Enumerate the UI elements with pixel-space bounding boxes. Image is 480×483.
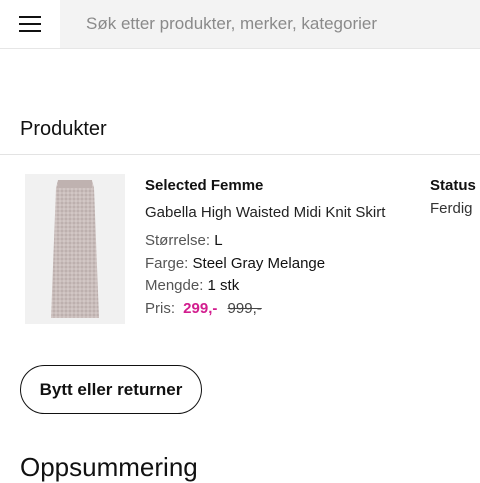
quantity-value: 1 stk: [207, 277, 240, 294]
product-image[interactable]: [25, 174, 125, 324]
product-size: Størrelse: L: [145, 232, 223, 249]
top-bar: [0, 0, 480, 49]
menu-button[interactable]: [0, 0, 60, 48]
exchange-return-button[interactable]: Bytt eller returner: [20, 365, 202, 414]
color-value: Steel Gray Melange: [192, 255, 326, 272]
quantity-label: Mengde:: [145, 277, 204, 294]
hamburger-menu-icon: [19, 15, 41, 33]
color-label: Farge:: [145, 255, 189, 272]
size-value: L: [214, 232, 223, 249]
price-label: Pris:: [145, 300, 175, 317]
status-header: Status: [430, 177, 476, 194]
size-label: Størrelse:: [145, 232, 211, 249]
section-divider: [0, 154, 480, 155]
products-heading: Produkter: [20, 118, 107, 140]
product-price: Pris: 299,- 999,-: [145, 300, 262, 317]
status-value: Ferdig: [430, 200, 473, 217]
product-name[interactable]: Gabella High Waisted Midi Knit Skirt: [145, 204, 385, 221]
original-price: 999,-: [227, 300, 262, 317]
product-quantity: Mengde: 1 stk: [145, 277, 239, 294]
search-input[interactable]: [60, 0, 480, 48]
product-brand: Selected Femme: [145, 177, 264, 194]
search-bar: [60, 0, 480, 48]
product-color: Farge: Steel Gray Melange: [145, 255, 325, 272]
sale-price: 299,-: [183, 300, 218, 317]
summary-heading: Oppsummering: [20, 452, 198, 482]
